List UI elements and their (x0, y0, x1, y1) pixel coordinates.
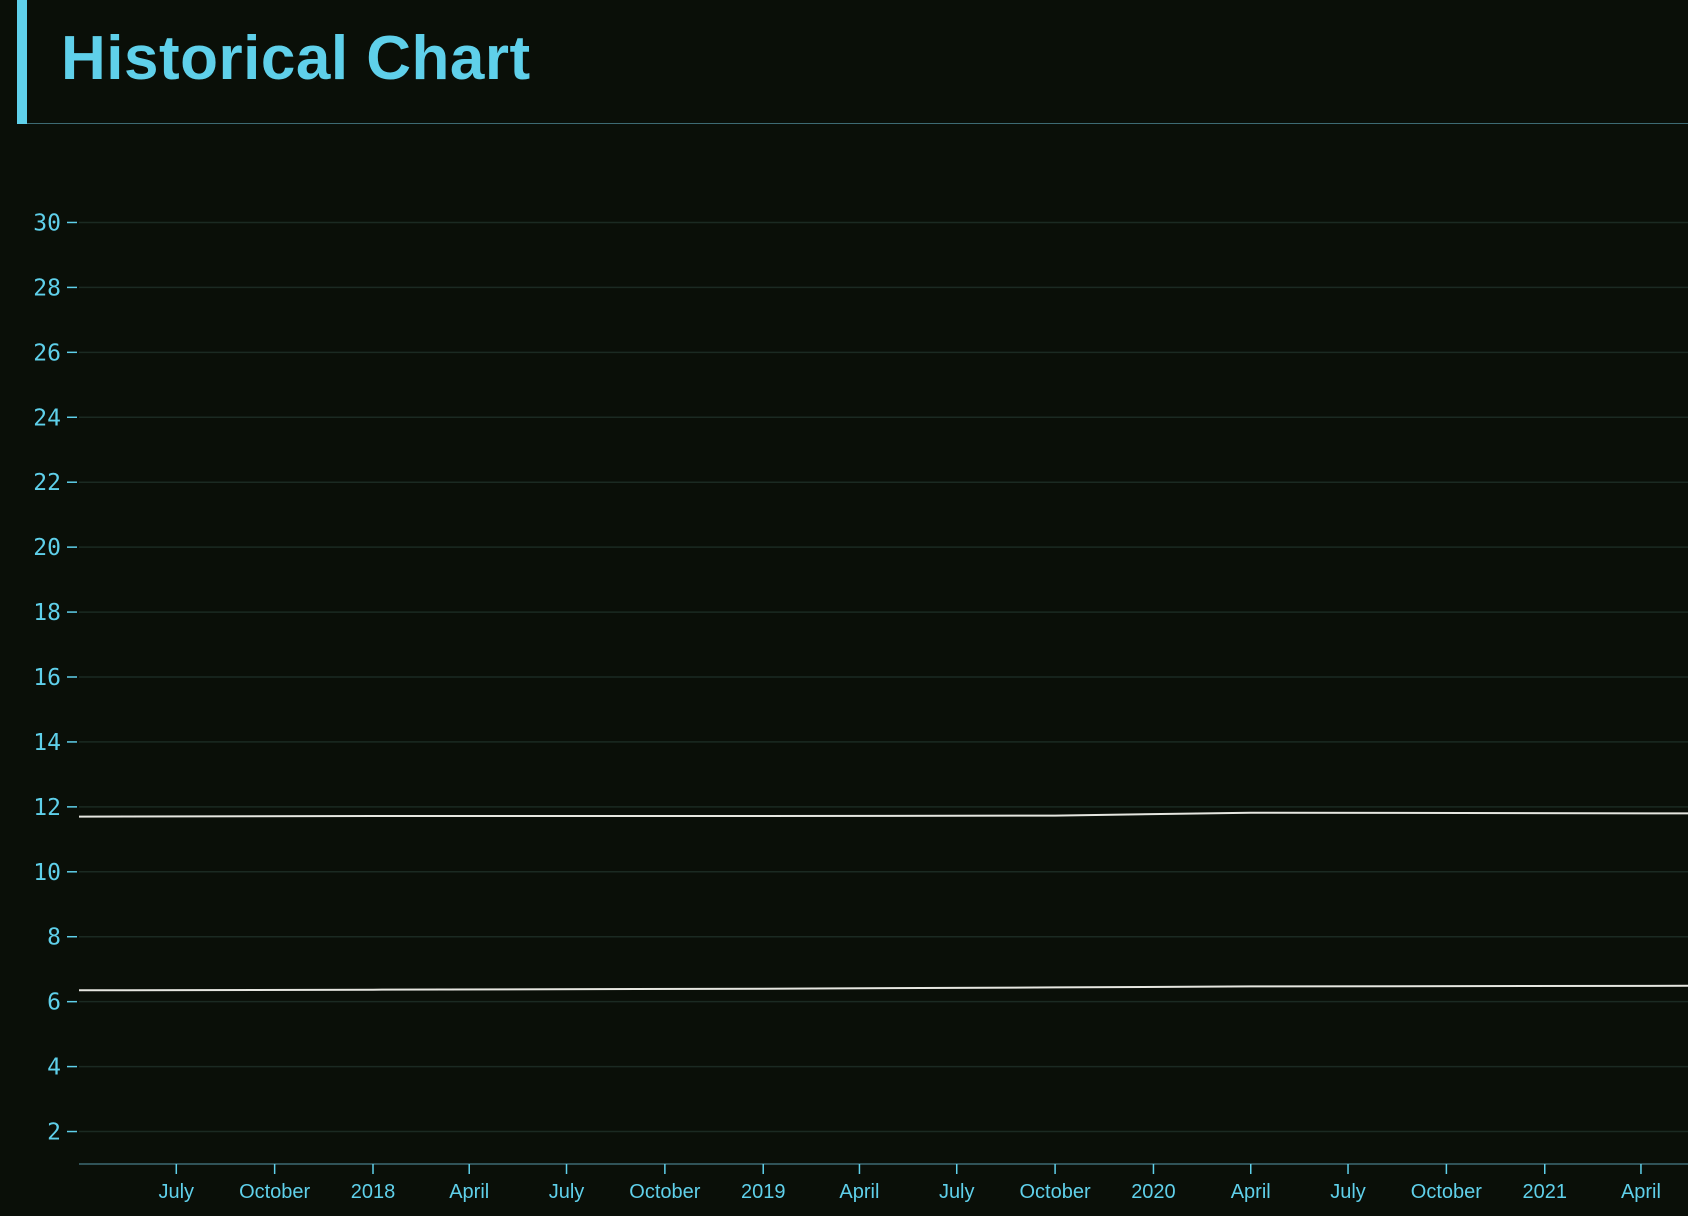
y-tick-label: 16 (33, 665, 61, 691)
y-tick-label: 22 (33, 470, 61, 496)
x-tick-label: July (939, 1181, 975, 1203)
series-line-1 (78, 811, 1688, 818)
x-tick-label: 2021 (1522, 1181, 1567, 1203)
y-tick-label: 14 (33, 730, 61, 756)
x-tick-label: 2019 (741, 1181, 786, 1203)
y-tick-label: 4 (47, 1055, 61, 1081)
x-tick-label: April (449, 1181, 489, 1203)
y-tick-label: 18 (33, 600, 61, 626)
y-tick-label: 12 (33, 795, 61, 821)
axes: 24681012141618202224262830July October 201… (33, 210, 1688, 1203)
x-tick-label: October (1411, 1181, 1482, 1203)
x-tick-label: October (629, 1181, 700, 1203)
y-tick-label: 28 (33, 275, 61, 301)
x-tick-label: July (549, 1181, 585, 1203)
y-tick-label: 30 (33, 210, 61, 236)
x-tick-label: July (1330, 1181, 1366, 1203)
x-tick-label: April (1621, 1181, 1661, 1203)
x-tick-label: 2018 (351, 1181, 396, 1203)
x-tick-label: October (239, 1181, 310, 1203)
y-tick-label: 26 (33, 340, 61, 366)
x-tick-label: April (1231, 1181, 1271, 1203)
y-tick-label: 10 (33, 860, 61, 886)
y-tick-label: 8 (47, 925, 61, 951)
historical-line-chart: 24681012141618202224262830July October 201… (33, 210, 1688, 1203)
y-tick-label: 24 (33, 405, 61, 431)
series-lines (78, 811, 1688, 992)
series-line-2 (78, 984, 1688, 992)
y-tick-label: 2 (47, 1120, 61, 1146)
y-tick-label: 20 (33, 535, 61, 561)
x-tick-label: April (839, 1181, 879, 1203)
x-tick-label: July (158, 1181, 194, 1203)
y-tick-label: 6 (47, 990, 61, 1016)
gridlines (79, 221, 1688, 1133)
x-tick-label: October (1020, 1181, 1091, 1203)
x-tick-label: 2020 (1131, 1181, 1176, 1203)
